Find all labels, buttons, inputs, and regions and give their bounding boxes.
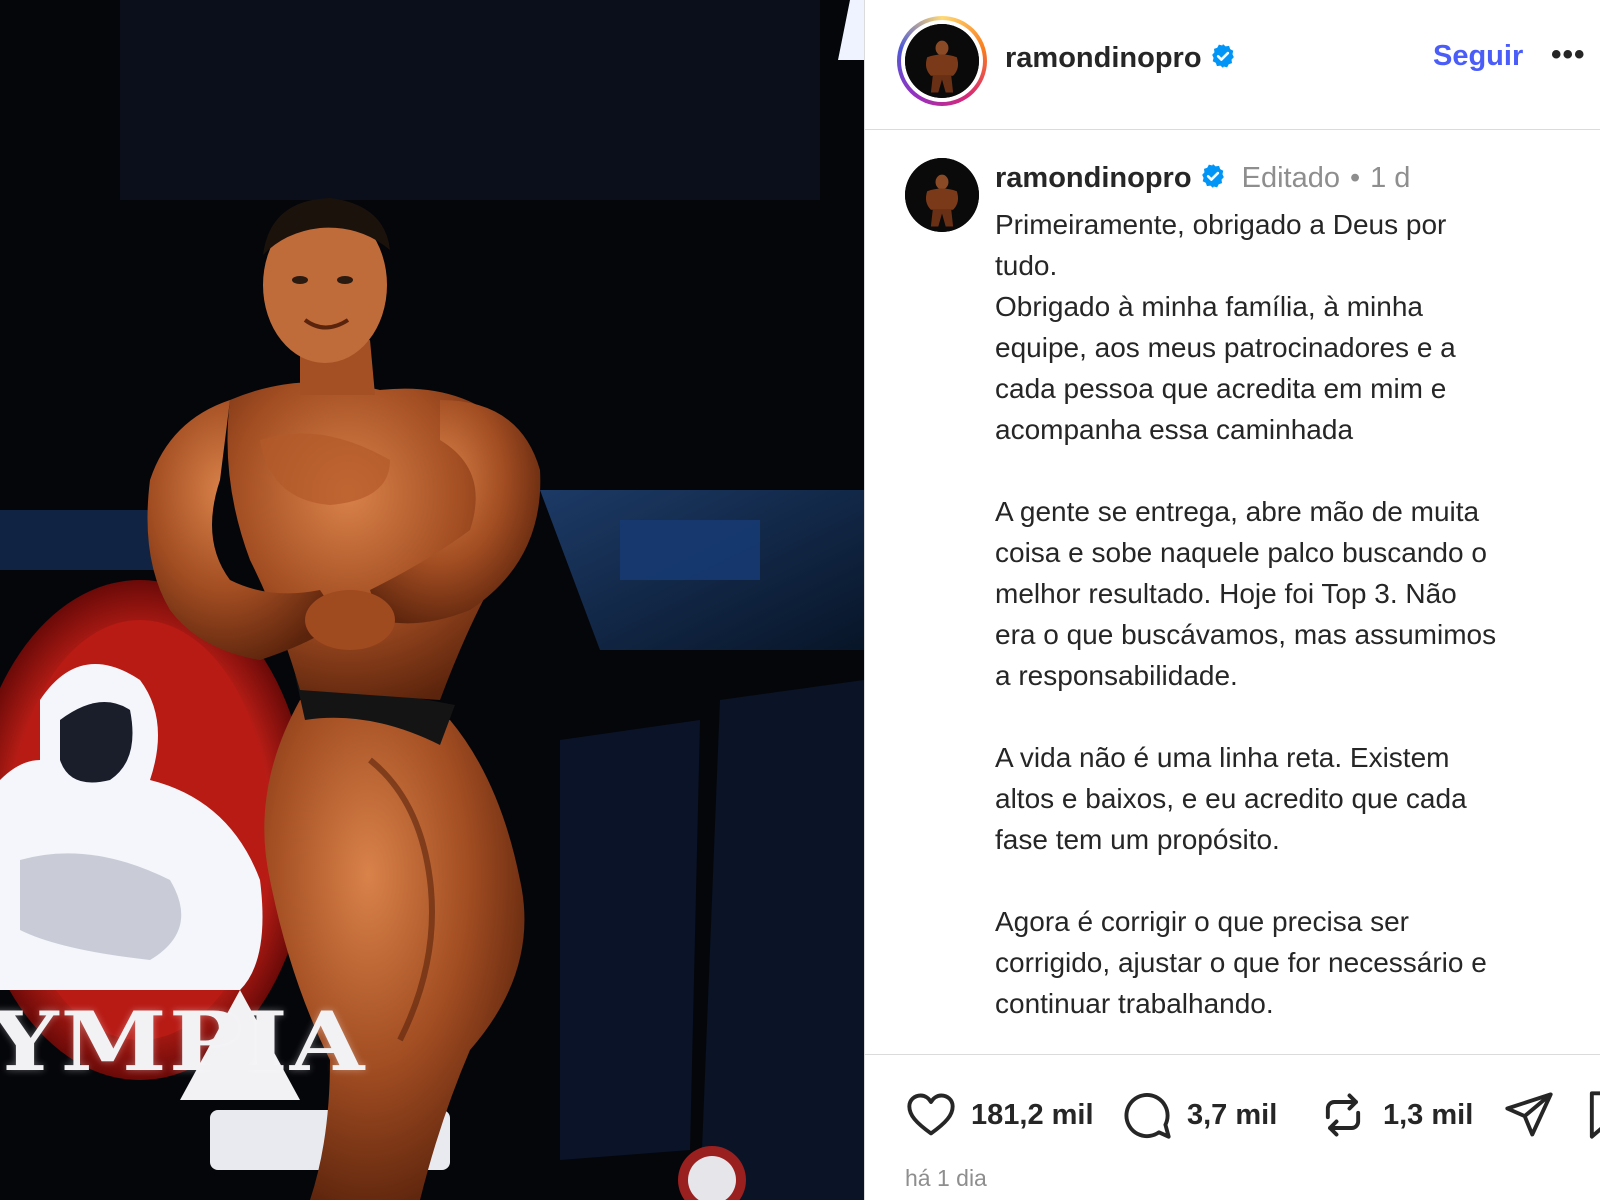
- header-username[interactable]: ramondinopro: [1005, 42, 1236, 75]
- repost-count[interactable]: 1,3 mil: [1383, 1099, 1473, 1132]
- edited-label: Editado: [1241, 162, 1340, 194]
- comment-count[interactable]: 3,7 mil: [1187, 1099, 1277, 1132]
- verified-badge-icon: [1211, 44, 1234, 69]
- username-text[interactable]: ramondinopro: [1005, 42, 1202, 74]
- share-button[interactable]: [1503, 1089, 1555, 1141]
- more-options-icon[interactable]: •••: [1551, 38, 1586, 72]
- avatar[interactable]: [905, 24, 979, 98]
- follow-button[interactable]: Seguir: [1433, 40, 1523, 73]
- comment-button[interactable]: 3,7 mil: [1121, 1089, 1277, 1141]
- avatar-image: [905, 24, 979, 98]
- comment-icon: [1124, 1093, 1171, 1139]
- post-media[interactable]: YMPIA: [0, 0, 864, 1200]
- save-button[interactable]: [1581, 1089, 1600, 1141]
- comments-scroll-area[interactable]: ramondinopro Editado • 1 d Primeiramente, …: [865, 130, 1600, 1054]
- caption-header: ramondinopro Editado • 1 d: [995, 162, 1410, 195]
- action-bar: 181,2 mil 3,7 mil 1,3 mil há 1 dia: [865, 1054, 1600, 1200]
- caption-avatar[interactable]: [905, 158, 979, 232]
- story-ring[interactable]: [897, 16, 987, 106]
- caption-age[interactable]: 1 d: [1370, 162, 1410, 194]
- post-header: ramondinopro Seguir •••: [865, 0, 1600, 130]
- post-details-panel: ramondinopro Seguir ••• ramondinopro Edi…: [864, 0, 1600, 1200]
- avatar-image: [905, 158, 979, 232]
- stage-banner-text: YMPIA: [0, 993, 367, 1090]
- like-button[interactable]: 181,2 mil: [905, 1089, 1094, 1141]
- caption-username[interactable]: ramondinopro: [995, 162, 1192, 194]
- repost-icon: [1325, 1093, 1361, 1137]
- meta-separator: •: [1349, 162, 1361, 194]
- share-icon: [1505, 1092, 1553, 1137]
- caption-text: Primeiramente, obrigado a Deus por tudo.…: [995, 209, 1497, 1019]
- heart-icon: [907, 1093, 955, 1136]
- repost-button[interactable]: 1,3 mil: [1317, 1089, 1473, 1141]
- verified-badge-icon: [1201, 164, 1224, 189]
- like-count[interactable]: 181,2 mil: [971, 1099, 1094, 1132]
- bookmark-icon: [1589, 1091, 1600, 1139]
- post-timestamp[interactable]: há 1 dia: [905, 1165, 987, 1192]
